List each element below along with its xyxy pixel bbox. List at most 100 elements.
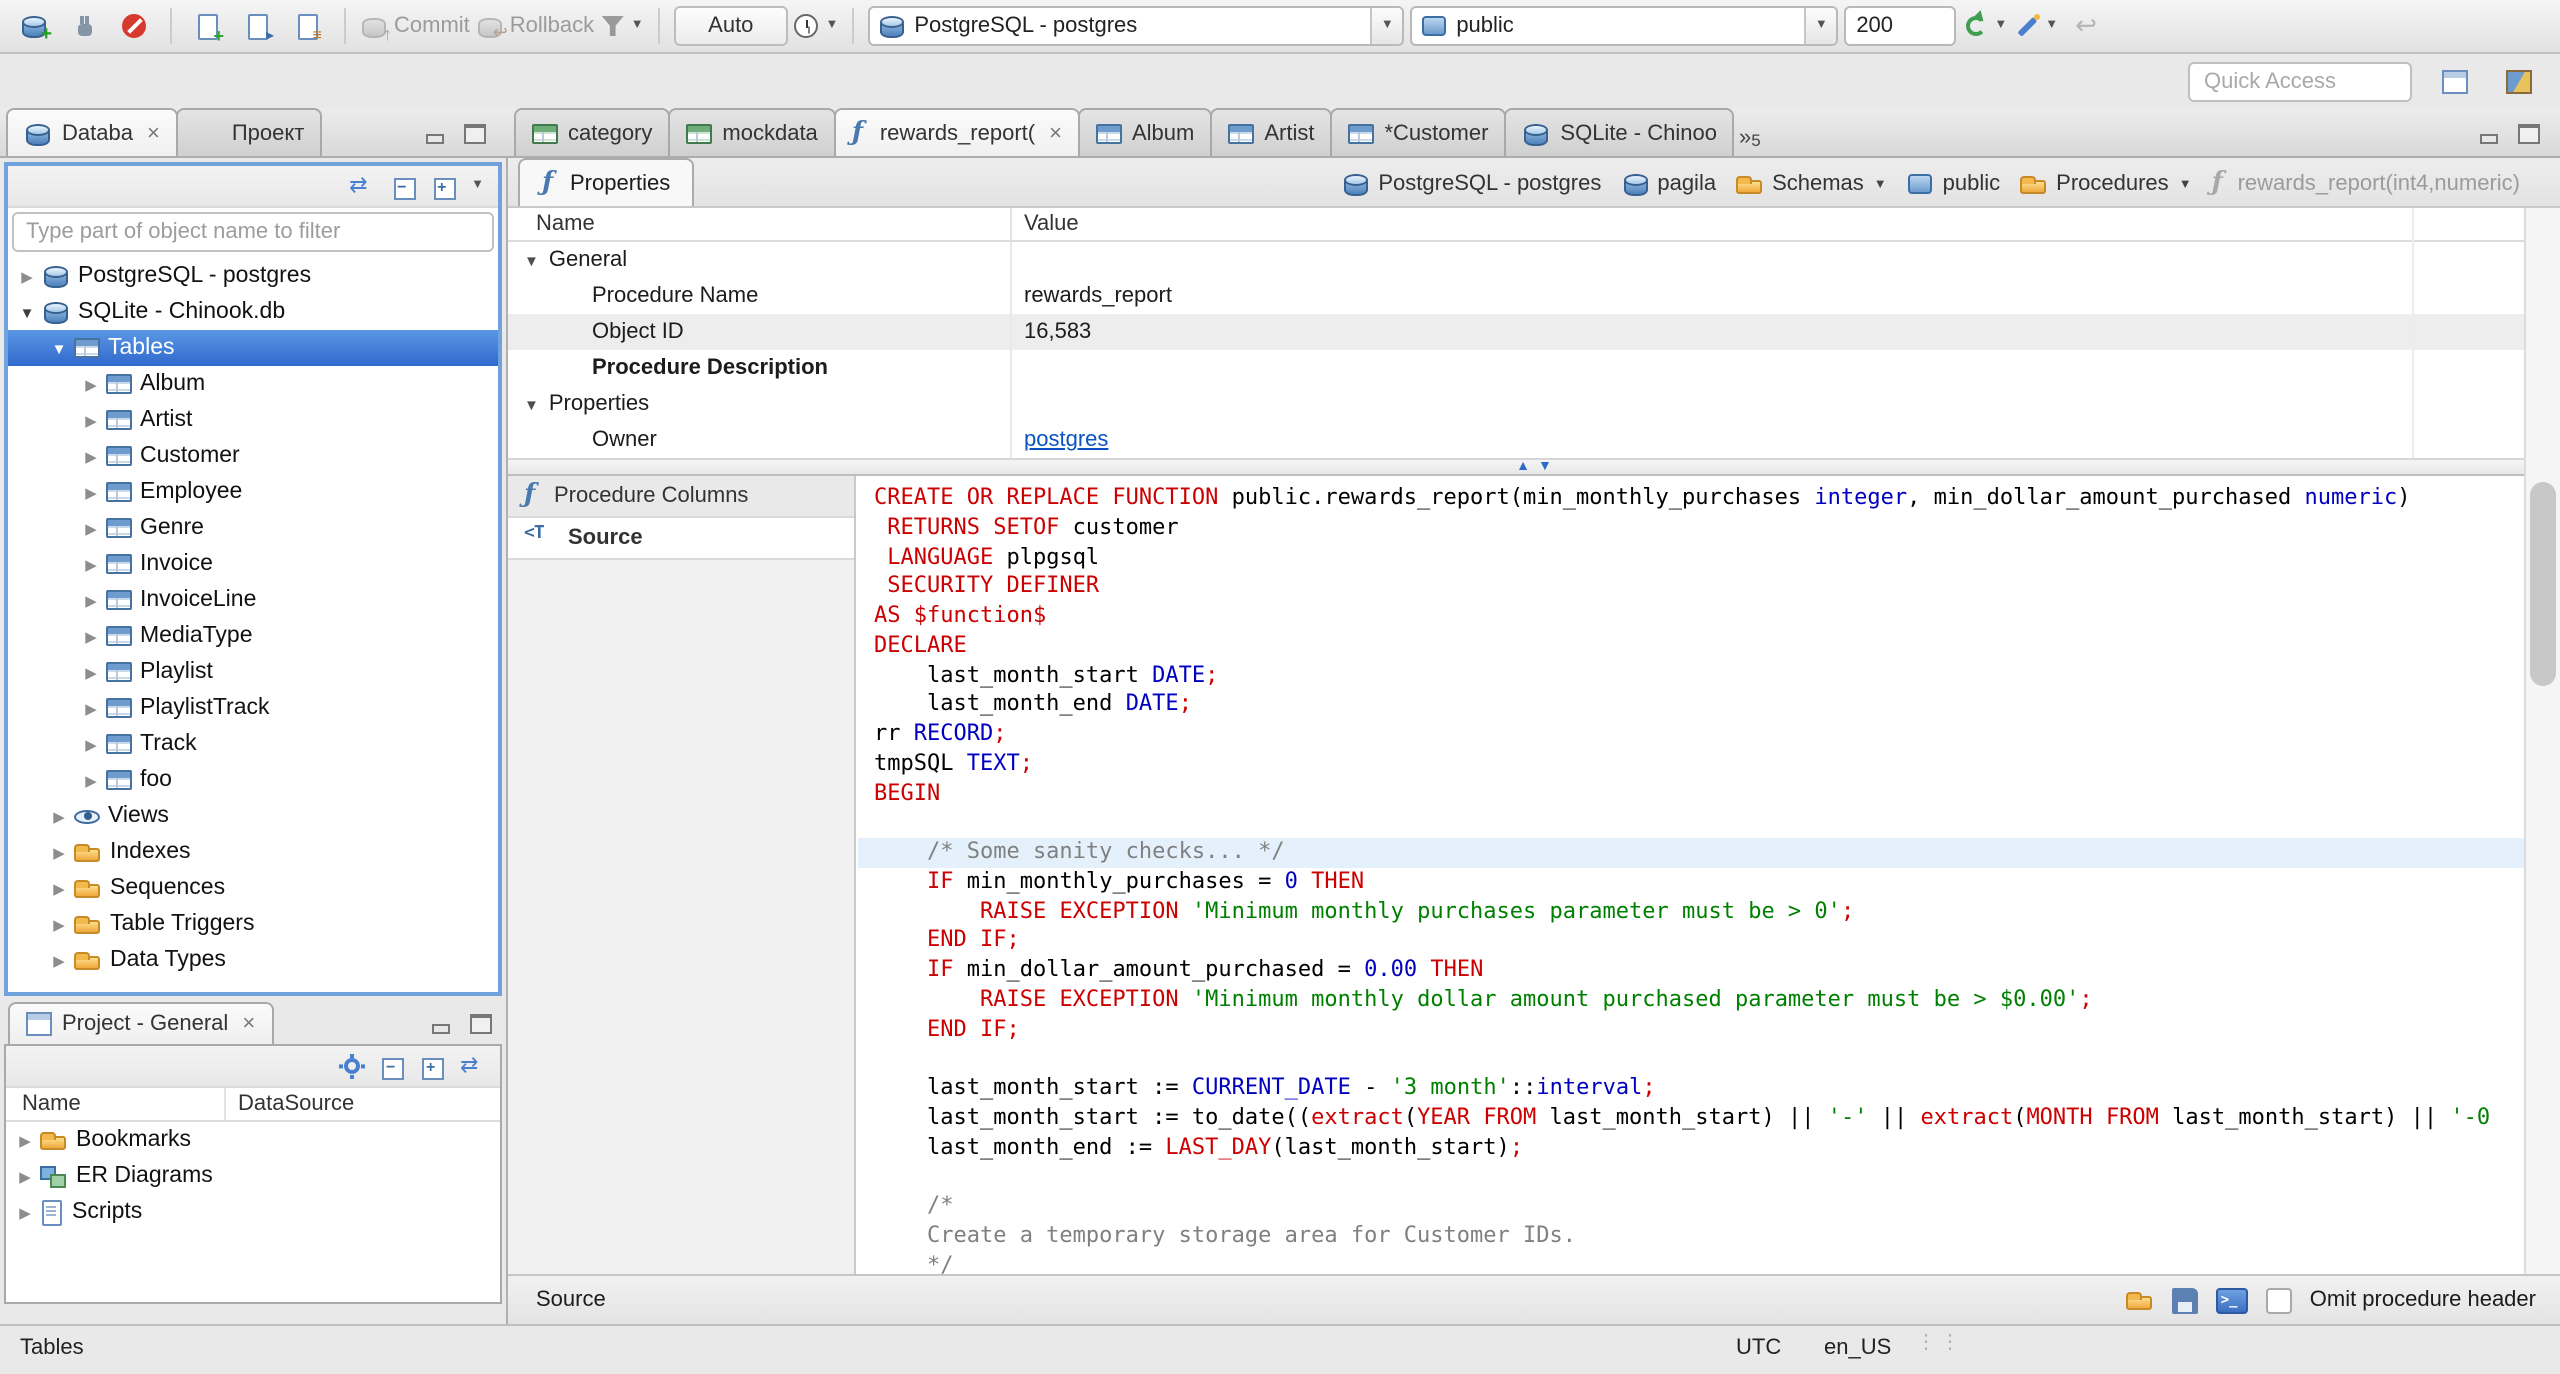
minimize-icon[interactable]	[2478, 124, 2500, 144]
tab-overflow-button[interactable]: » 5	[1733, 126, 1769, 156]
chevron-right-icon[interactable]: ▶	[14, 1167, 36, 1185]
chevron-right-icon[interactable]: ▶	[48, 879, 70, 897]
project-item-er-diagrams[interactable]: ▶ ER Diagrams	[6, 1158, 500, 1194]
collapse-all-icon[interactable]	[380, 1054, 404, 1080]
code-line[interactable]: LANGUAGE plpgsql	[874, 543, 2524, 573]
column-header-name[interactable]: Name	[508, 208, 1012, 240]
chevron-down-icon[interactable]: ▼	[48, 339, 70, 357]
status-timezone[interactable]: UTC	[1736, 1336, 1781, 1360]
transaction-log-button[interactable]: ▼	[793, 4, 838, 48]
code-line[interactable]: CREATE OR REPLACE FUNCTION public.reward…	[874, 484, 2524, 514]
object-filter-input[interactable]	[12, 212, 494, 252]
open-sql-editor-button[interactable]	[236, 4, 280, 48]
chevron-right-icon[interactable]: ▶	[80, 375, 102, 393]
schema-combo[interactable]: public ▼	[1410, 6, 1839, 46]
save-icon[interactable]	[2171, 1287, 2198, 1313]
tab-artist[interactable]: Artist	[1210, 108, 1333, 156]
code-line[interactable]: */	[874, 1251, 2524, 1274]
collapse-all-icon[interactable]	[391, 174, 416, 200]
code-line[interactable]: AS $function$	[874, 602, 2524, 632]
code-line[interactable]: last_month_start DATE;	[874, 661, 2524, 691]
column-header-datasource[interactable]: DataSource	[226, 1092, 354, 1116]
minimize-icon[interactable]	[424, 124, 446, 144]
tree-item-track[interactable]: ▶ Track	[8, 726, 498, 762]
tree-item-sequences[interactable]: ▶ Sequences	[8, 870, 498, 906]
tree-item-data-types[interactable]: ▶ Data Types	[8, 942, 498, 978]
chevron-right-icon[interactable]: ▶	[14, 1203, 36, 1221]
close-icon[interactable]: ×	[147, 121, 160, 145]
link-with-editor-icon[interactable]	[460, 1051, 486, 1079]
transaction-filter-button[interactable]: ▼	[600, 4, 644, 48]
code-line[interactable]: /* Some sanity checks... */	[858, 838, 2524, 868]
tree-item-mediatype[interactable]: ▶ MediaType	[8, 618, 498, 654]
omit-header-checkbox[interactable]	[2265, 1287, 2292, 1313]
commit-mode-button[interactable]: Auto	[674, 6, 788, 46]
chevron-right-icon[interactable]: ▶	[48, 843, 70, 861]
refresh-button[interactable]: ▼	[1962, 4, 2007, 48]
tree-item-invoiceline[interactable]: ▶ InvoiceLine	[8, 582, 498, 618]
code-line[interactable]: tmpSQL TEXT;	[874, 750, 2524, 780]
tab-databa[interactable]: Databa ×	[6, 108, 178, 156]
code-line[interactable]: RAISE EXCEPTION 'Minimum monthly dollar …	[874, 986, 2524, 1016]
breadcrumb-item-postgresql-postgres[interactable]: PostgreSQL - postgres	[1342, 170, 1601, 198]
maximize-icon[interactable]	[2518, 124, 2540, 144]
code-line[interactable]: last_month_start := CURRENT_DATE - '3 mo…	[874, 1074, 2524, 1104]
terminal-icon[interactable]	[2215, 1287, 2248, 1313]
code-line[interactable]: DECLARE	[874, 632, 2524, 662]
tree-item-album[interactable]: ▶ Album	[8, 366, 498, 402]
expand-all-icon[interactable]	[420, 1054, 444, 1080]
tab-project-general[interactable]: Project - General ×	[8, 1002, 274, 1044]
tree-item-table-triggers[interactable]: ▶ Table Triggers	[8, 906, 498, 942]
breadcrumb-item-procedures[interactable]: Procedures ▼	[2020, 172, 2192, 196]
status-locale[interactable]: en_US	[1824, 1336, 1891, 1360]
rollback-button[interactable]: Rollback	[476, 4, 594, 48]
column-header-value[interactable]: Value	[1012, 208, 1079, 240]
close-icon[interactable]: ×	[242, 1012, 255, 1036]
chevron-right-icon[interactable]: ▶	[80, 519, 102, 537]
chevron-right-icon[interactable]: ▶	[48, 951, 70, 969]
tree-item-playlisttrack[interactable]: ▶ PlaylistTrack	[8, 690, 498, 726]
splitter-sash[interactable]: ▲ ▼	[508, 458, 2560, 476]
tree-item-indexes[interactable]: ▶ Indexes	[8, 834, 498, 870]
code-line[interactable]: last_month_end DATE;	[874, 691, 2524, 721]
property-row-object-id[interactable]: Object ID 16,583	[508, 314, 2524, 350]
code-line[interactable]: END IF;	[874, 1015, 2524, 1045]
connect-button[interactable]	[62, 4, 106, 48]
code-line[interactable]: RETURNS SETOF customer	[874, 514, 2524, 544]
column-header-name[interactable]: Name	[6, 1088, 226, 1120]
chevron-right-icon[interactable]: ▶	[80, 699, 102, 717]
chevron-right-icon[interactable]: ▶	[16, 267, 38, 285]
disconnect-button[interactable]	[112, 4, 156, 48]
schema-combo-button[interactable]: ▼	[1804, 8, 1837, 44]
code-line[interactable]: END IF;	[874, 927, 2524, 957]
tree-item-views[interactable]: ▶ Views	[8, 798, 498, 834]
code-line[interactable]: last_month_end := LAST_DAY(last_month_st…	[874, 1133, 2524, 1163]
sash-up-icon[interactable]: ▲	[1516, 460, 1530, 474]
tree-item-postgresql-postgres[interactable]: ▶ PostgreSQL - postgres	[8, 258, 498, 294]
tree-item-foo[interactable]: ▶ foo	[8, 762, 498, 798]
chevron-right-icon[interactable]: ▶	[48, 915, 70, 933]
tab-sqlite-chinoo[interactable]: SQLite - Chinoo	[1504, 108, 1735, 156]
minimize-icon[interactable]	[430, 1014, 452, 1034]
connection-combo[interactable]: PostgreSQL - postgres ▼	[868, 6, 1405, 46]
project-item-scripts[interactable]: ▶ Scripts	[6, 1194, 500, 1230]
chevron-right-icon[interactable]: ▶	[80, 735, 102, 753]
property-value-text[interactable]: postgres	[1024, 428, 1108, 452]
link-with-editor-icon[interactable]	[349, 171, 375, 199]
open-perspective-button[interactable]	[2432, 59, 2476, 103]
maximize-icon[interactable]	[470, 1014, 492, 1034]
chevron-down-icon[interactable]: ▼	[524, 395, 539, 413]
gear-icon[interactable]	[338, 1053, 364, 1079]
code-line[interactable]	[874, 1045, 2524, 1075]
code-line[interactable]	[874, 809, 2524, 839]
tree-item-tables[interactable]: ▼ Tables	[8, 330, 498, 366]
property-row-general[interactable]: ▼ General	[508, 242, 2524, 278]
tree-item-sqlite-chinook-db[interactable]: ▼ SQLite - Chinook.db	[8, 294, 498, 330]
tab-проект[interactable]: Проект	[175, 108, 323, 156]
subtab-source[interactable]: Source	[508, 518, 854, 560]
code-line[interactable]: last_month_start := to_date((extract(YEA…	[874, 1104, 2524, 1134]
breadcrumb-item-schemas[interactable]: Schemas ▼	[1736, 172, 1887, 196]
chevron-right-icon[interactable]: ▶	[80, 447, 102, 465]
view-menu-icon[interactable]: ▼	[471, 178, 484, 193]
fetch-size-input[interactable]	[1844, 6, 1957, 46]
